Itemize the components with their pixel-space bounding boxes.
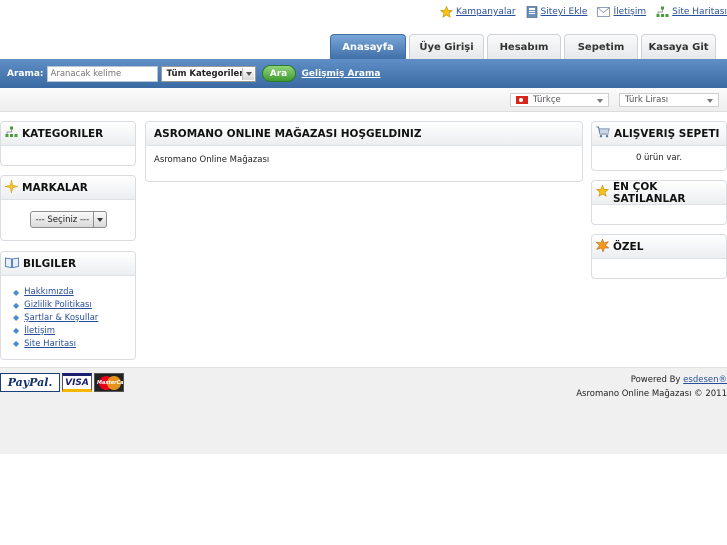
footer: PayPal. VISA MasterCard Powered By esdes… (0, 367, 727, 454)
sparkle-icon (4, 179, 22, 196)
info-header: BILGILER (1, 252, 135, 276)
bullet-icon: ◆ (13, 287, 20, 297)
currency-select-value: Türk Lirası (625, 95, 669, 105)
search-bar: Arama: Tüm Kategoriler Ara Gelişmiş Aram… (0, 59, 727, 88)
cart-title: ALIŞVERIŞ SEPETI (614, 127, 720, 140)
bestsellers-title: EN ÇOK SATILANLAR (613, 180, 686, 205)
powered-by-link[interactable]: esdesen® (683, 375, 727, 385)
sitemap-icon (5, 126, 22, 141)
mastercard-logo: MasterCard (94, 373, 124, 392)
tab-checkout[interactable]: Kasaya Git (641, 34, 716, 59)
top-link-bookmark[interactable]: Siteyi Ekle (526, 6, 588, 18)
top-link-contact[interactable]: İletişim (597, 7, 646, 17)
chevron-down-icon (92, 212, 106, 227)
category-select[interactable]: Tüm Kategoriler (160, 65, 256, 82)
categories-header: KATEGORILER (1, 122, 135, 146)
search-button[interactable]: Ara (261, 65, 296, 82)
book-icon (5, 257, 23, 271)
search-input[interactable] (46, 65, 158, 82)
welcome-header: ASROMANO ONLINE MAĞAZASI HOŞGELDINIZ (146, 122, 582, 146)
top-links: Kampanyalar Siteyi Ekle İletişim Site Ha… (440, 5, 727, 19)
info-link-contact[interactable]: İletişim (24, 326, 55, 336)
footer-credits: Powered By esdesen® Asromano Online Mağa… (576, 373, 727, 401)
info-links: ◆ Hakkımızda ◆ Gizlilik Politikası ◆ Şartla… (1, 276, 135, 350)
currency-select[interactable]: Türk Lirası (619, 93, 719, 107)
bullet-icon: ◆ (13, 339, 20, 349)
top-link-label: Siteyi Ekle (540, 7, 588, 17)
tab-home[interactable]: Anasayfa (330, 34, 406, 59)
bullet-icon: ◆ (13, 326, 20, 336)
star-icon (596, 184, 613, 200)
special-title: ÖZEL (613, 240, 644, 253)
powered-by-label: Powered By (630, 375, 684, 385)
language-select[interactable]: Türkçe (510, 93, 609, 107)
bookmark-icon (526, 6, 538, 18)
mail-icon (597, 7, 611, 17)
special-box: ÖZEL (591, 234, 727, 279)
categories-title: KATEGORILER (22, 127, 104, 140)
payment-logos: PayPal. VISA MasterCard (0, 373, 124, 392)
visa-logo: VISA (62, 373, 92, 392)
cart-icon (596, 126, 614, 141)
top-link-label: İletişim (613, 7, 647, 17)
page-title: ASROMANO ONLINE MAĞAZASI HOŞGELDINIZ (154, 127, 422, 140)
brands-box: MARKALAR --- Seçiniz --- (0, 175, 136, 241)
category-select-value: Tüm Kategoriler (166, 68, 244, 79)
top-link-campaigns[interactable]: Kampanyalar (440, 6, 516, 18)
categories-box: KATEGORILER (0, 121, 136, 166)
info-title: BILGILER (23, 257, 77, 270)
sitemap-icon (656, 6, 669, 18)
tab-cart[interactable]: Sepetim (564, 34, 638, 59)
info-box: BILGILER ◆ Hakkımızda ◆ Gizlilik Politikas… (0, 251, 136, 360)
tab-member-login[interactable]: Üye Girişi (409, 34, 484, 59)
cart-status: 0 ürün var. (635, 153, 683, 163)
tab-my-account[interactable]: Hesabım (487, 34, 561, 59)
advanced-search-link[interactable]: Gelişmiş Arama (302, 69, 381, 79)
bestsellers-header: EN ÇOK SATILANLAR (592, 181, 726, 205)
info-link-privacy[interactable]: Gizlilik Politikası (24, 300, 92, 310)
top-link-sitemap[interactable]: Site Haritası (656, 6, 727, 18)
info-link-terms[interactable]: Şartlar & Koşullar (24, 313, 98, 323)
language-select-value: Türkçe (533, 95, 561, 105)
top-link-label: Kampanyalar (456, 7, 516, 17)
main-nav-tabs: Anasayfa Üye Girişi Hesabım Sepetim Kasa… (330, 34, 716, 59)
brands-title: MARKALAR (22, 181, 88, 194)
brand-select-value: --- Seçiniz --- (35, 214, 90, 225)
list-item: ◆ Gizlilik Politikası (13, 299, 135, 312)
brands-header: MARKALAR (1, 176, 135, 200)
cart-header: ALIŞVERIŞ SEPETI (592, 122, 726, 146)
search-label: Arama: (7, 68, 44, 79)
chevron-down-icon (241, 67, 254, 80)
paypal-logo: PayPal. (0, 373, 60, 392)
bestsellers-box: EN ÇOK SATILANLAR (591, 180, 727, 225)
info-link-about[interactable]: Hakkımızda (24, 287, 74, 297)
info-link-sitemap[interactable]: Site Haritası (24, 339, 76, 349)
top-link-label: Site Haritası (672, 7, 727, 17)
welcome-box: ASROMANO ONLINE MAĞAZASI HOŞGELDINIZ Asr… (145, 121, 583, 182)
locale-bar: Türkçe Türk Lirası (0, 88, 727, 112)
special-header: ÖZEL (592, 235, 726, 259)
copyright: Asromano Online Mağazası © 2011 (576, 389, 727, 399)
cart-box: ALIŞVERIŞ SEPETI 0 ürün var. (591, 121, 727, 171)
bullet-icon: ◆ (13, 313, 20, 323)
burst-icon (595, 237, 613, 255)
welcome-text: Asromano Online Mağazası (154, 155, 270, 165)
list-item: ◆ Site Haritası (13, 337, 135, 350)
star-icon (440, 6, 453, 18)
bullet-icon: ◆ (13, 300, 20, 310)
list-item: ◆ Hakkımızda (13, 286, 135, 299)
list-item: ◆ Şartlar & Koşullar (13, 312, 135, 325)
brand-select[interactable]: --- Seçiniz --- (29, 211, 107, 228)
turkish-flag-icon (516, 96, 528, 104)
list-item: ◆ İletişim (13, 324, 135, 337)
